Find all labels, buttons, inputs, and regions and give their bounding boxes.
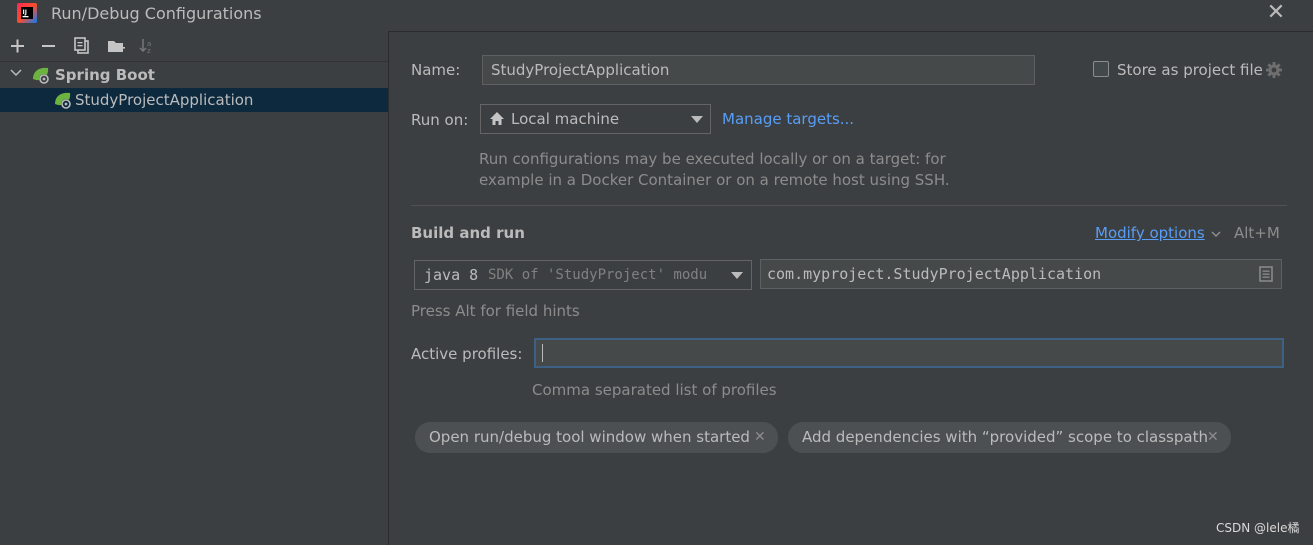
chevron-down-icon[interactable] — [1210, 226, 1222, 244]
add-configuration-button[interactable] — [8, 36, 28, 56]
modify-options-shortcut: Alt+M — [1234, 224, 1280, 242]
tree-root-label: Spring Boot — [55, 66, 155, 84]
active-profiles-label: Active profiles: — [411, 345, 523, 363]
build-and-run-heading: Build and run — [411, 224, 525, 242]
store-as-project-file-checkbox[interactable] — [1093, 61, 1109, 77]
field-hints-text: Press Alt for field hints — [411, 302, 580, 320]
run-on-hint-line-1: Run configurations may be executed local… — [479, 150, 946, 168]
window-title: Run/Debug Configurations — [51, 4, 262, 23]
tree-item-spring-boot[interactable]: Spring Boot — [0, 64, 388, 87]
home-icon — [489, 111, 505, 131]
name-label: Name: — [411, 61, 461, 79]
jdk-hint: SDK of 'StudyProject' modu — [488, 267, 708, 283]
chevron-down-icon — [691, 116, 703, 123]
option-tag-open-tool-window[interactable]: Open run/debug tool window when started … — [415, 422, 778, 453]
text-caret — [542, 344, 543, 362]
manage-targets-link[interactable]: Manage targets... — [722, 110, 854, 128]
active-profiles-hint: Comma separated list of profiles — [532, 381, 777, 399]
run-on-label: Run on: — [411, 111, 469, 129]
tree-child-label: StudyProjectApplication — [75, 91, 254, 109]
intellij-logo-icon: IJ — [17, 3, 37, 23]
close-button[interactable]: ✕ — [1265, 2, 1287, 24]
name-input[interactable]: StudyProjectApplication — [482, 55, 1035, 85]
modify-options-link[interactable]: Modify options — [1095, 224, 1205, 242]
remove-option-icon[interactable]: ✕ — [754, 422, 766, 452]
main-class-input[interactable]: com.myproject.StudyProjectApplication — [760, 259, 1282, 289]
new-folder-icon[interactable] — [106, 36, 126, 56]
main-class-value: com.myproject.StudyProjectApplication — [767, 265, 1102, 283]
remove-option-icon[interactable]: ✕ — [1207, 422, 1219, 452]
panel-border — [389, 31, 1313, 32]
spring-boot-icon — [31, 65, 53, 89]
run-on-hint-line-2: example in a Docker Container or on a re… — [479, 171, 950, 189]
remove-configuration-button[interactable] — [39, 36, 59, 56]
section-separator — [411, 205, 1287, 206]
tree-item-studyprojectapplication[interactable]: StudyProjectApplication — [0, 88, 388, 112]
option-tag-provided-scope[interactable]: Add dependencies with “provided” scope t… — [788, 422, 1231, 453]
jdk-value: java 8 — [424, 266, 479, 284]
option-tag-label: Open run/debug tool window when started — [429, 428, 750, 446]
sort-icon[interactable]: az — [137, 36, 157, 56]
run-on-dropdown[interactable]: Local machine — [480, 104, 711, 134]
gear-icon[interactable] — [1265, 61, 1283, 83]
jdk-dropdown[interactable]: java 8 SDK of 'StudyProject' modu — [414, 260, 752, 290]
svg-text:IJ: IJ — [23, 9, 27, 16]
browse-class-icon[interactable] — [1259, 266, 1273, 286]
svg-text:z: z — [147, 47, 151, 55]
option-tag-label: Add dependencies with “provided” scope t… — [802, 428, 1208, 446]
run-on-value: Local machine — [511, 110, 620, 128]
watermark: CSDN @lele橘 — [1216, 521, 1300, 535]
toolbar-separator — [0, 61, 388, 62]
chevron-down-icon[interactable] — [9, 66, 23, 84]
store-as-project-file-label: Store as project file — [1117, 61, 1263, 79]
copy-configuration-icon[interactable] — [72, 36, 92, 56]
active-profiles-input[interactable] — [534, 338, 1284, 368]
chevron-down-icon — [731, 272, 743, 279]
panel-divider[interactable] — [388, 31, 389, 545]
spring-boot-app-icon — [53, 90, 75, 114]
